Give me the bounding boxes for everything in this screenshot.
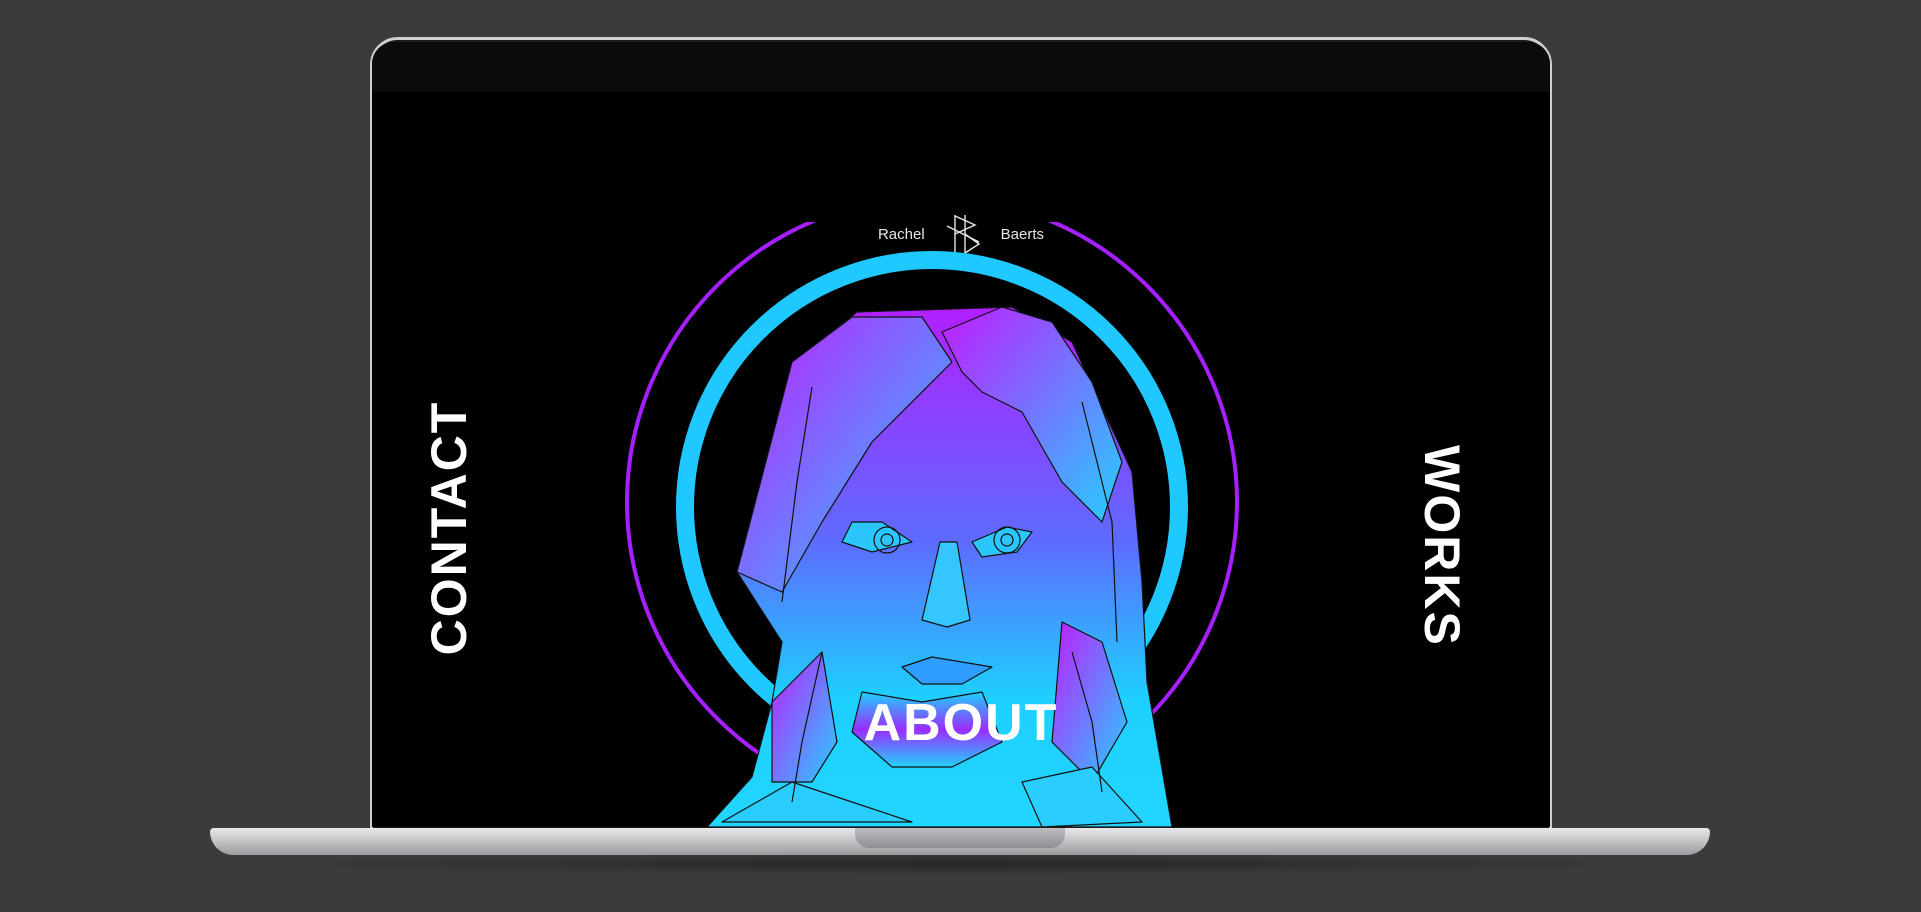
laptop-notch: [855, 828, 1065, 848]
nav-works-link[interactable]: WORKS: [1414, 445, 1470, 647]
website-page: Rachel Baerts CONTACT WORKS ABOUT: [372, 92, 1550, 827]
laptop-shadow: [230, 853, 1690, 875]
nav-about-link[interactable]: ABOUT: [372, 697, 1550, 749]
browser-bar: [372, 42, 1550, 92]
nav-contact-link[interactable]: CONTACT: [421, 401, 477, 656]
laptop-screen: Rachel Baerts CONTACT WORKS ABOUT: [372, 42, 1550, 827]
